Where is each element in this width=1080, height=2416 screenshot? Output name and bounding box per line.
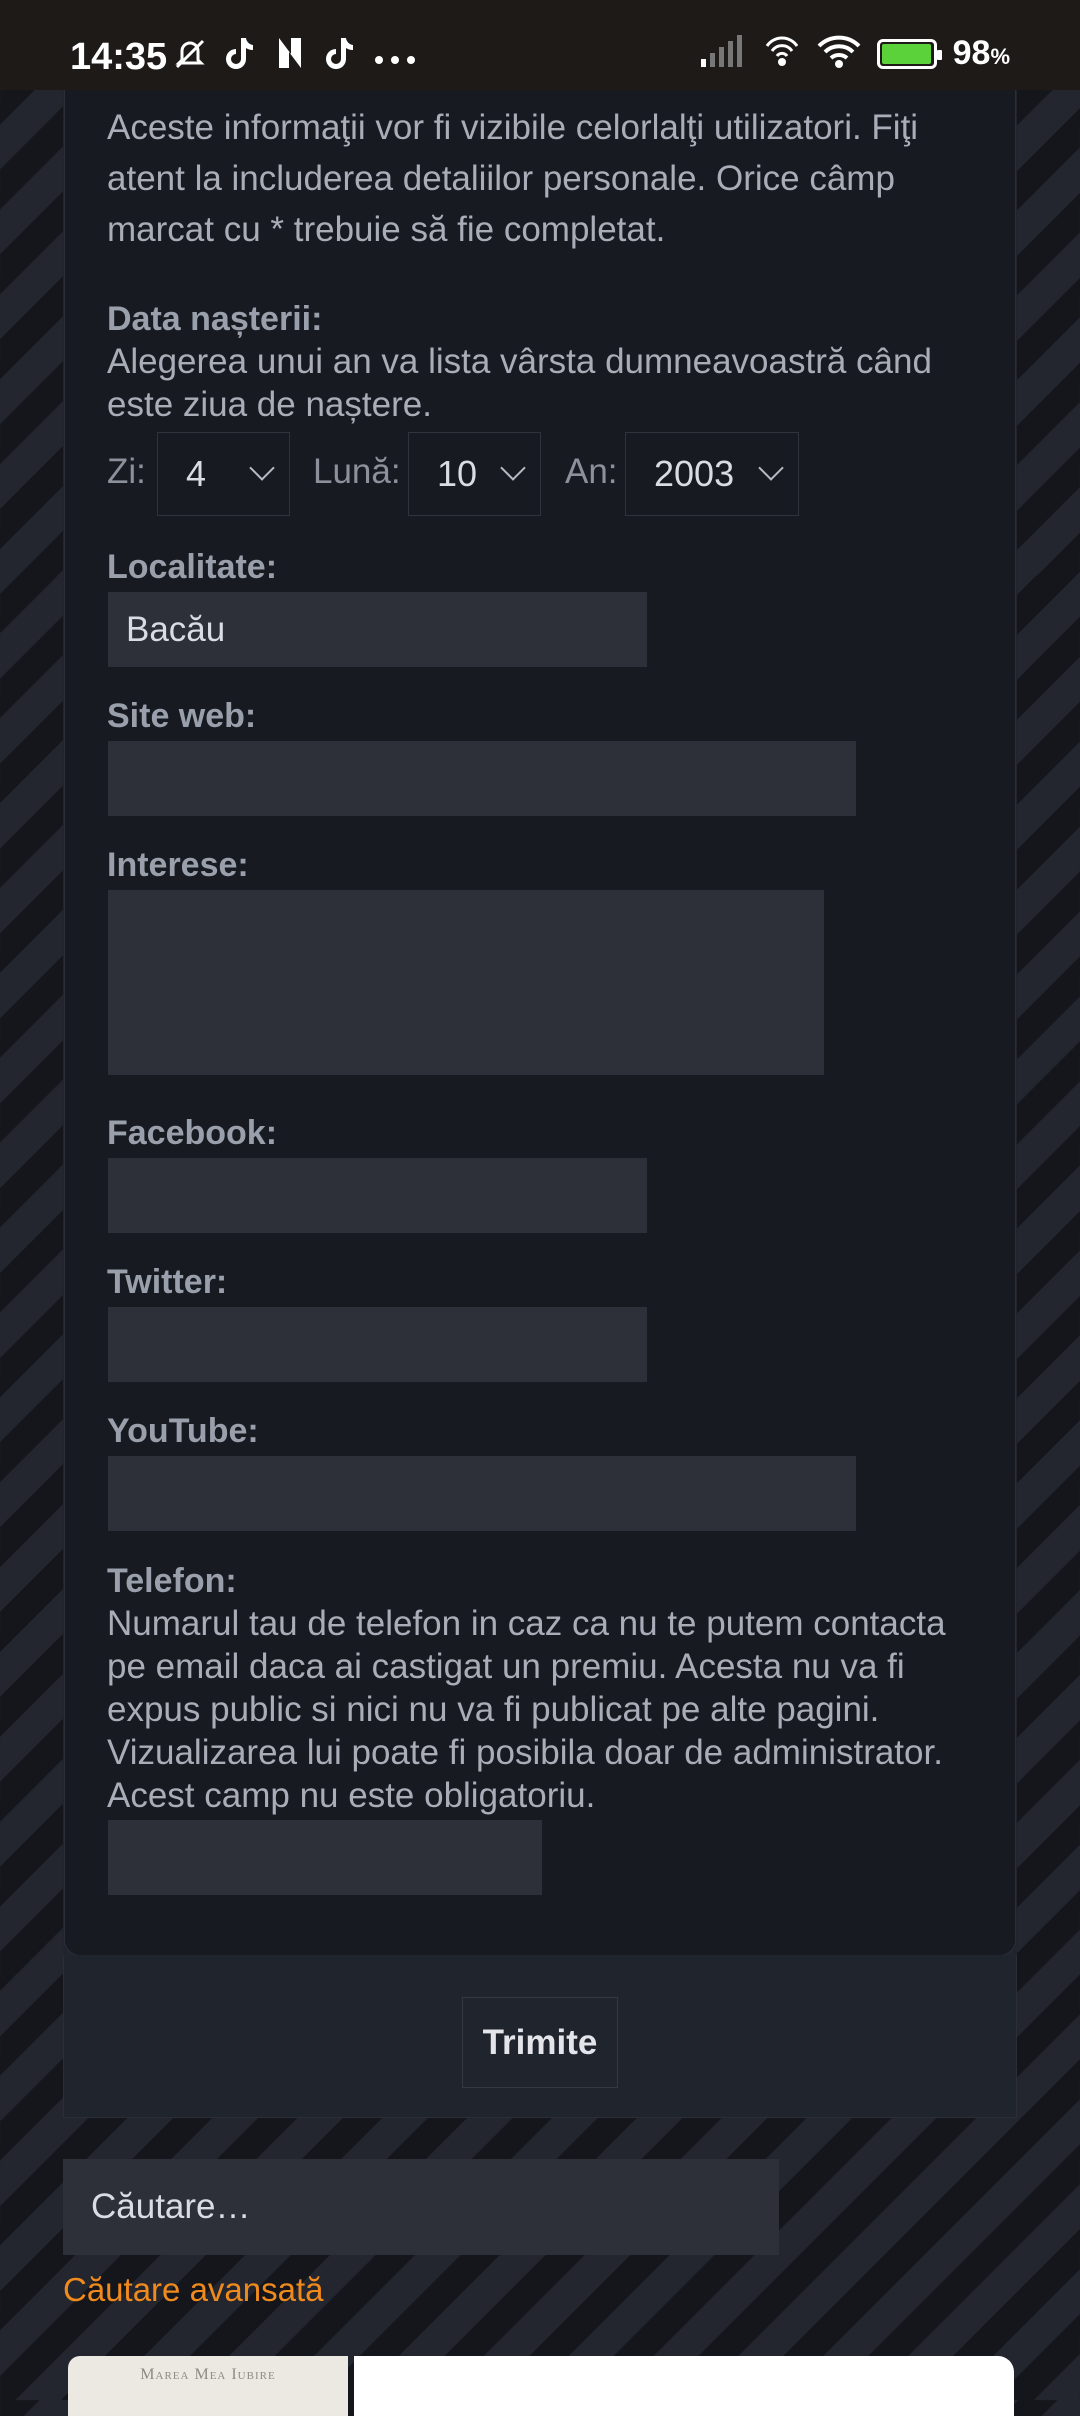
signal-icon — [699, 35, 747, 72]
birthdate-help: Alegerea unui an va lista vârsta dumneav… — [107, 342, 932, 424]
twitter-label: Twitter: — [107, 1263, 228, 1301]
phone-help: Numarul tau de telefon in caz ca nu te p… — [107, 1604, 946, 1815]
mute-icon — [172, 36, 208, 72]
status-icons-left — [172, 36, 418, 72]
facebook-input[interactable] — [108, 1158, 647, 1233]
hotspot-icon — [763, 34, 801, 73]
facebook-label: Facebook: — [107, 1114, 278, 1152]
location-label: Localitate: — [107, 548, 278, 586]
year-value: 2003 — [654, 453, 735, 494]
phone-input[interactable] — [108, 1820, 542, 1895]
day-label: Zi: — [107, 452, 146, 491]
website-input[interactable] — [108, 741, 856, 816]
bottom-card — [354, 2356, 1014, 2416]
day-value: 4 — [186, 453, 207, 494]
status-bar: 14:35 98% — [0, 0, 1080, 90]
site-logo[interactable]: Marea Mea Iubire — [68, 2356, 348, 2416]
form-intro: Aceste informaţii vor fi vizibile celorl… — [107, 108, 919, 249]
chevron-down-icon — [249, 455, 275, 481]
profile-form: Aceste informaţii vor fi vizibile celorl… — [64, 90, 1016, 1956]
wifi-icon — [817, 34, 861, 73]
twitter-input[interactable] — [108, 1307, 647, 1382]
location-input[interactable]: Bacău — [108, 592, 647, 667]
month-label: Lună: — [313, 452, 401, 491]
interests-label: Interese: — [107, 846, 249, 884]
chevron-down-icon — [758, 455, 784, 481]
more-icon — [372, 36, 418, 72]
birthdate-label: Data nașterii: — [107, 300, 323, 338]
phone-label: Telefon: — [107, 1562, 237, 1600]
tiktok-icon — [222, 36, 258, 72]
status-time: 14:35 — [70, 36, 168, 78]
search-input[interactable]: Căutare… — [63, 2159, 779, 2255]
advanced-search-link[interactable]: Căutare avansată — [63, 2268, 324, 2312]
month-value: 10 — [437, 453, 478, 494]
chevron-down-icon — [500, 455, 526, 481]
interests-textarea[interactable] — [108, 890, 824, 1075]
battery-percent: 98% — [952, 34, 1010, 72]
month-select[interactable]: 10 — [408, 432, 541, 516]
battery-icon — [876, 38, 942, 69]
year-label: An: — [565, 452, 618, 491]
website-label: Site web: — [107, 697, 257, 735]
day-select[interactable]: 4 — [157, 432, 290, 516]
youtube-label: YouTube: — [107, 1412, 259, 1450]
tiktok-icon — [322, 36, 358, 72]
profile-form-panel: Aceste informaţii vor fi vizibile celorl… — [63, 90, 1017, 1956]
n-icon — [272, 36, 308, 72]
youtube-input[interactable] — [108, 1456, 856, 1531]
status-icons-right: 98% — [699, 34, 1010, 73]
year-select[interactable]: 2003 — [625, 432, 799, 516]
submit-button[interactable]: Trimite — [462, 1997, 618, 2088]
